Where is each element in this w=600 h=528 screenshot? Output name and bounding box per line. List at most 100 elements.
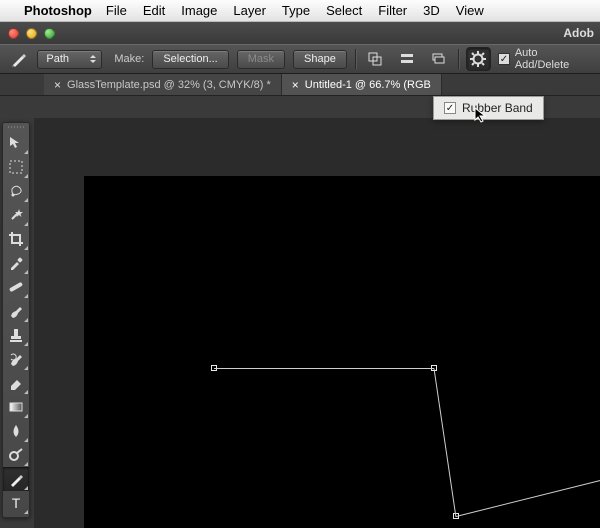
- history-brush-icon: [8, 351, 24, 367]
- close-tab-icon[interactable]: ×: [292, 79, 299, 91]
- make-shape-button[interactable]: Shape: [293, 50, 347, 69]
- make-selection-button[interactable]: Selection...: [152, 50, 228, 69]
- history-brush-tool[interactable]: [3, 347, 29, 371]
- menu-layer[interactable]: Layer: [233, 3, 266, 18]
- window-zoom-button[interactable]: [44, 28, 55, 39]
- wand-icon: [8, 207, 24, 223]
- document-canvas[interactable]: [84, 176, 600, 528]
- pen-options-gear-button[interactable]: [467, 48, 490, 70]
- flyout-indicator: [24, 342, 28, 346]
- app-window: Adob Path Make: Selection... Mask Shape: [0, 22, 600, 528]
- document-tab-label: Untitled-1 @ 66.7% (RGB: [305, 79, 431, 91]
- path-arrange-button[interactable]: [426, 48, 449, 70]
- document-tab[interactable]: × GlassTemplate.psd @ 32% (3, CMYK/8) *: [44, 74, 282, 95]
- type-tool[interactable]: T: [3, 491, 29, 515]
- document-tab[interactable]: × Untitled-1 @ 66.7% (RGB: [282, 74, 442, 95]
- gradient-icon: [8, 399, 24, 415]
- pen-mode-dropdown[interactable]: Path: [37, 50, 102, 69]
- path-segment: [434, 368, 457, 517]
- dodge-tool[interactable]: [3, 443, 29, 467]
- make-selection-label: Selection...: [163, 53, 217, 65]
- flyout-indicator: [24, 366, 28, 370]
- path-segment: [214, 368, 434, 369]
- move-tool[interactable]: [3, 131, 29, 155]
- brush-icon: [8, 303, 24, 319]
- window-minimize-button[interactable]: [26, 28, 37, 39]
- menu-view[interactable]: View: [456, 3, 484, 18]
- window-controls: [8, 28, 55, 39]
- lasso-icon: [8, 183, 24, 199]
- rubber-band-checkbox[interactable]: ✓: [444, 102, 456, 114]
- tools-panel: T: [2, 122, 30, 518]
- flyout-indicator: [24, 438, 28, 442]
- path-rubber-band: [456, 477, 600, 517]
- menu-edit[interactable]: Edit: [143, 3, 165, 18]
- document-tab-bar: × GlassTemplate.psd @ 32% (3, CMYK/8) * …: [0, 74, 600, 96]
- clone-stamp-tool[interactable]: [3, 323, 29, 347]
- brush-tool[interactable]: [3, 299, 29, 323]
- menu-image[interactable]: Image: [181, 3, 217, 18]
- window-close-button[interactable]: [8, 28, 19, 39]
- window-titlebar: Adob: [0, 22, 600, 44]
- marquee-tool[interactable]: [3, 155, 29, 179]
- pen-icon: [10, 50, 28, 68]
- flyout-indicator: [24, 486, 28, 490]
- flyout-indicator: [24, 174, 28, 178]
- magic-wand-tool[interactable]: [3, 203, 29, 227]
- blur-tool[interactable]: [3, 419, 29, 443]
- flyout-indicator: [24, 246, 28, 250]
- path-align-button[interactable]: [395, 48, 418, 70]
- flyout-indicator: [24, 462, 28, 466]
- menu-type[interactable]: Type: [282, 3, 310, 18]
- options-bar: Path Make: Selection... Mask Shape: [0, 44, 600, 74]
- checkbox-icon: ✓: [498, 53, 510, 65]
- move-icon: [8, 135, 24, 151]
- droplet-icon: [8, 423, 24, 439]
- panel-grip[interactable]: [3, 123, 29, 131]
- path-op-combine-button[interactable]: [364, 48, 387, 70]
- auto-add-delete-checkbox[interactable]: ✓ Auto Add/Delete: [498, 47, 592, 71]
- flyout-indicator: [24, 294, 28, 298]
- pen-mode-value: Path: [46, 53, 69, 65]
- gradient-tool[interactable]: [3, 395, 29, 419]
- pen-options-popover: ✓ Rubber Band: [433, 96, 544, 120]
- eraser-tool[interactable]: [3, 371, 29, 395]
- type-icon: T: [8, 495, 24, 511]
- close-tab-icon[interactable]: ×: [54, 79, 61, 91]
- auto-add-delete-label: Auto Add/Delete: [515, 47, 592, 71]
- lasso-tool[interactable]: [3, 179, 29, 203]
- pen-tool[interactable]: [3, 467, 29, 491]
- make-mask-button[interactable]: Mask: [237, 50, 285, 69]
- current-tool-icon[interactable]: [8, 48, 29, 70]
- flyout-indicator: [24, 510, 28, 514]
- flyout-indicator: [24, 198, 28, 202]
- healing-brush-tool[interactable]: [3, 275, 29, 299]
- make-shape-label: Shape: [304, 53, 336, 65]
- menu-select[interactable]: Select: [326, 3, 362, 18]
- app-name[interactable]: Photoshop: [24, 3, 92, 18]
- make-label: Make:: [114, 53, 144, 65]
- flyout-indicator: [24, 414, 28, 418]
- eyedropper-tool[interactable]: [3, 251, 29, 275]
- flyout-indicator: [24, 390, 28, 394]
- flyout-indicator: [24, 270, 28, 274]
- window-title: Adob: [563, 26, 600, 40]
- rubber-band-label: Rubber Band: [462, 101, 533, 115]
- align-icon: [399, 51, 415, 67]
- mac-menubar: Photoshop File Edit Image Layer Type Sel…: [0, 0, 600, 22]
- flyout-indicator: [24, 222, 28, 226]
- bandage-icon: [8, 279, 24, 295]
- eyedropper-icon: [8, 255, 24, 271]
- marquee-icon: [8, 159, 24, 175]
- make-mask-label: Mask: [248, 53, 274, 65]
- stamp-icon: [8, 327, 24, 343]
- dodge-icon: [8, 447, 24, 463]
- menu-file[interactable]: File: [106, 3, 127, 18]
- menu-3d[interactable]: 3D: [423, 3, 440, 18]
- menu-filter[interactable]: Filter: [378, 3, 407, 18]
- gear-icon: [470, 51, 486, 67]
- workspace: [34, 118, 600, 528]
- stack-icon: [430, 51, 446, 67]
- crop-tool[interactable]: [3, 227, 29, 251]
- pen-icon: [8, 471, 24, 487]
